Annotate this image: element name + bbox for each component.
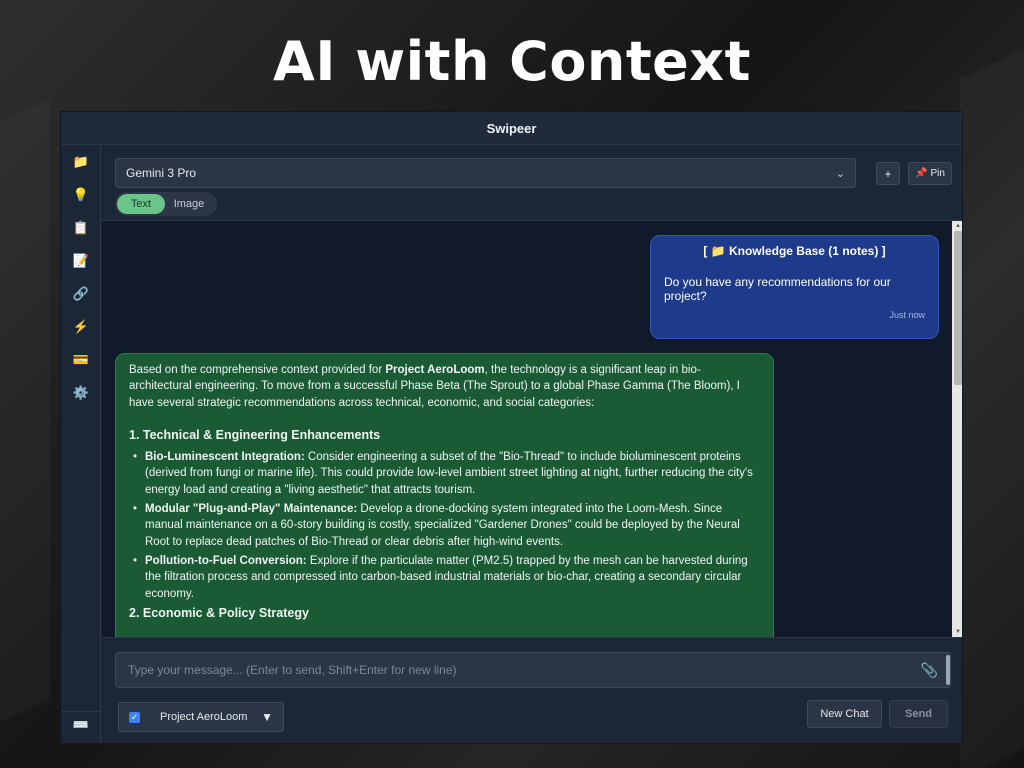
- chat-scrollbar[interactable]: ▲ ▼: [952, 221, 962, 637]
- message-input[interactable]: Type your message... (Enter to send, Shi…: [115, 652, 951, 688]
- pin-icon: 📌: [915, 168, 928, 179]
- scroll-up-icon[interactable]: ▲: [952, 221, 962, 231]
- window-titlebar: Swipeer: [61, 112, 962, 145]
- list-item-title: Modular "Plug-and-Play" Maintenance:: [145, 503, 358, 516]
- ai-intro: Based on the comprehensive context provi…: [129, 362, 760, 411]
- memo-icon[interactable]: 📝: [61, 244, 101, 277]
- ai-bullet-list: Bio-Luminescent Integration: Consider en…: [129, 449, 760, 602]
- ai-intro-before: Based on the comprehensive context provi…: [129, 364, 386, 376]
- list-item-title: Bio-Luminescent Integration:: [145, 451, 305, 464]
- toolbar: Gemini 3 Pro ⌄ + 📌 Pin Text Image: [102, 145, 962, 221]
- folder-icon: 📁: [710, 244, 726, 258]
- ai-intro-bold: Project AeroLoom: [385, 364, 485, 376]
- ai-section-title: 2. Economic & Policy Strategy: [129, 605, 309, 620]
- model-select[interactable]: Gemini 3 Pro ⌄: [115, 158, 856, 188]
- list-item: Pollution-to-Fuel Conversion: Explore if…: [129, 553, 760, 602]
- ai-message: Based on the comprehensive context provi…: [115, 353, 774, 637]
- message-timestamp: Just now: [889, 310, 925, 320]
- window-title: Swipeer: [486, 120, 537, 136]
- link-icon[interactable]: 🔗: [61, 277, 101, 310]
- scroll-down-icon[interactable]: ▼: [952, 627, 962, 637]
- card-icon[interactable]: 💳: [61, 343, 101, 376]
- keyboard-icon[interactable]: ⌨️: [61, 711, 101, 737]
- send-button[interactable]: Send: [889, 700, 948, 728]
- main-panel: Gemini 3 Pro ⌄ + 📌 Pin Text Image [ 📁 Kn…: [102, 145, 962, 743]
- knowledge-base-tag: [ 📁 Knowledge Base (1 notes) ]: [664, 244, 925, 258]
- folder-icon[interactable]: 📁: [61, 145, 101, 178]
- add-button[interactable]: +: [876, 162, 900, 185]
- paperclip-icon[interactable]: 📎: [921, 662, 938, 679]
- mode-toggle: Text Image: [115, 192, 217, 216]
- dropdown-arrow-icon: ▼: [261, 710, 273, 724]
- kb-select-value: Project AeroLoom: [160, 711, 248, 723]
- lightbulb-icon[interactable]: 💡: [61, 178, 101, 211]
- model-select-value: Gemini 3 Pro: [126, 166, 197, 180]
- app-window: Swipeer 📁 💡 📋 📝 🔗 ⚡ 💳 ⚙️ ⌨️ Gemini 3 Pro…: [60, 111, 963, 744]
- input-scroll-indicator: [946, 655, 950, 685]
- lightning-icon[interactable]: ⚡: [61, 310, 101, 343]
- gear-icon[interactable]: ⚙️: [61, 376, 101, 409]
- clipboard-icon[interactable]: 📋: [61, 211, 101, 244]
- chevron-down-icon: ⌄: [835, 167, 845, 180]
- kb-checkbox[interactable]: ✓: [129, 711, 140, 723]
- sidebar: 📁 💡 📋 📝 🔗 ⚡ 💳 ⚙️ ⌨️: [61, 145, 101, 743]
- pin-button[interactable]: 📌 Pin: [908, 162, 952, 185]
- scroll-thumb[interactable]: [954, 231, 962, 385]
- message-input-placeholder: Type your message... (Enter to send, Shi…: [128, 663, 457, 677]
- kb-bracket-close: ]: [881, 244, 886, 258]
- kb-bracket-open: [: [703, 244, 708, 258]
- user-message: [ 📁 Knowledge Base (1 notes) ] Do you ha…: [650, 235, 939, 339]
- list-item: Modular "Plug-and-Play" Maintenance: Dev…: [129, 501, 760, 550]
- new-chat-button[interactable]: New Chat: [807, 700, 882, 728]
- list-item: Bio-Luminescent Integration: Consider en…: [129, 449, 760, 498]
- pin-label: Pin: [930, 168, 945, 179]
- user-message-text: Do you have any recommendations for our …: [664, 275, 891, 303]
- chat-area[interactable]: [ 📁 Knowledge Base (1 notes) ] Do you ha…: [102, 221, 962, 637]
- kb-label: Knowledge Base (1 notes): [728, 244, 879, 258]
- composer: Type your message... (Enter to send, Shi…: [102, 637, 962, 743]
- knowledge-base-select[interactable]: ✓ Project AeroLoom ▼: [118, 702, 284, 732]
- ai-section-title: 1. Technical & Engineering Enhancements: [129, 427, 381, 442]
- mode-text-tab[interactable]: Text: [117, 194, 165, 214]
- page-headline: AI with Context: [273, 30, 751, 93]
- mode-image-tab[interactable]: Image: [165, 194, 213, 214]
- list-item-title: Pollution-to-Fuel Conversion:: [145, 554, 307, 567]
